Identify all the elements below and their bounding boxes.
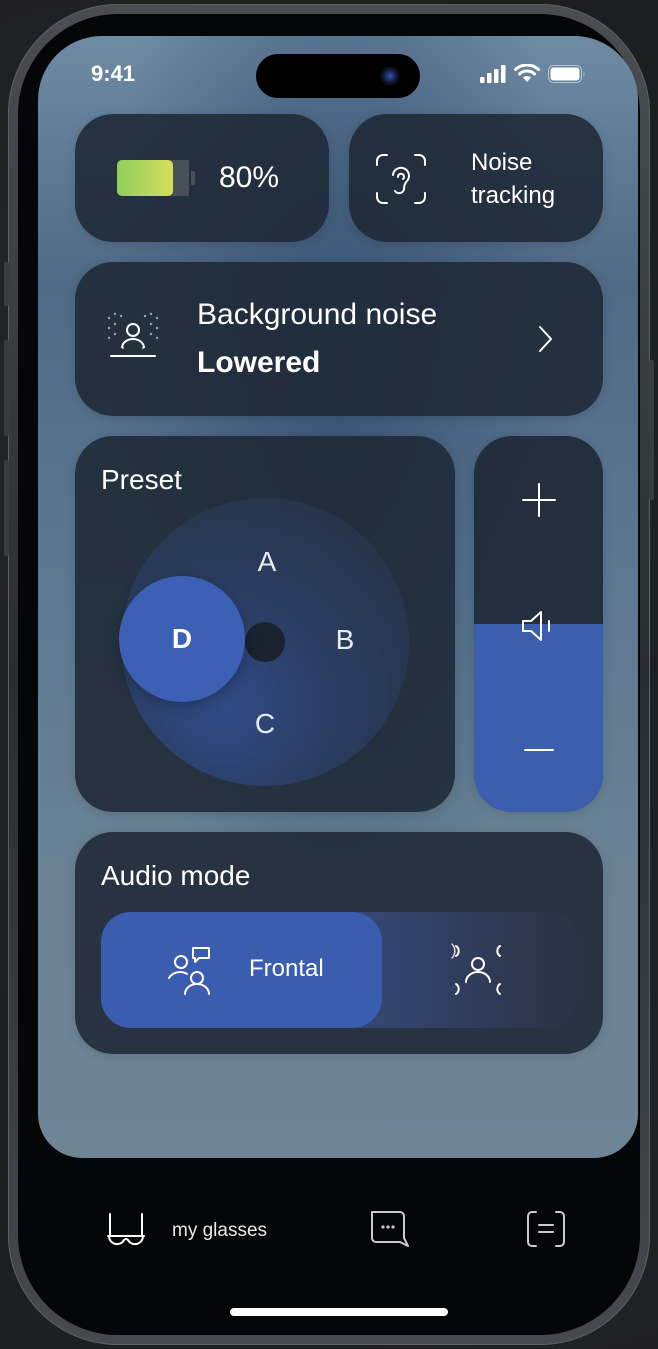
volume-up-hardware [4, 340, 9, 436]
audio-mode-selected-label: Frontal [249, 955, 324, 982]
tab-my-glasses[interactable]: my glasses [38, 1180, 298, 1280]
battery-icon [117, 160, 189, 196]
noise-tracking-line2: tracking [471, 182, 556, 209]
preset-selected-label: D [171, 623, 193, 654]
status-bar: 9:41 [38, 36, 638, 114]
audio-mode-toggle[interactable]: Frontal [101, 912, 577, 1028]
dynamic-island [256, 54, 420, 98]
preset-option-d[interactable]: D [119, 576, 245, 702]
speaker-icon [521, 611, 550, 641]
mute-switch [4, 262, 9, 306]
signal-icon [480, 64, 506, 83]
audio-mode-title: Audio mode [101, 860, 251, 891]
plus-icon [521, 483, 556, 517]
noise-tracking-line1: Noise [471, 149, 533, 176]
background-noise-value: Lowered [197, 346, 321, 379]
frontal-mode-icon [168, 947, 210, 995]
volume-speaker [474, 608, 603, 644]
preset-option-a[interactable]: A [258, 546, 277, 578]
tab-my-glasses-label: my glasses [172, 1220, 268, 1241]
preset-title: Preset [101, 464, 182, 495]
power-button [649, 360, 654, 500]
volume-up-button[interactable] [474, 482, 603, 518]
noise-tracking-card[interactable]: Noise tracking [349, 114, 603, 242]
noise-tracking-label: Noise tracking [471, 146, 591, 212]
battery-status-icon [548, 64, 585, 83]
home-indicator[interactable] [230, 1308, 448, 1316]
glasses-icon [107, 1213, 145, 1246]
chevron-right-icon[interactable] [535, 324, 555, 354]
volume-down-hardware [4, 460, 9, 556]
preset-option-b[interactable]: B [336, 624, 355, 656]
wifi-icon [514, 64, 540, 82]
preset-card: Preset A B C D [75, 436, 455, 812]
status-time: 9:41 [91, 61, 136, 86]
volume-down-button[interactable] [474, 732, 603, 768]
background-noise-card[interactable]: Background noise Lowered [75, 262, 603, 416]
volume-level-fill [474, 624, 603, 812]
surround-mode-icon [451, 943, 501, 995]
tab-menu[interactable] [524, 1208, 568, 1252]
status-icons [480, 64, 586, 83]
preset-dial[interactable]: A B C D [119, 498, 409, 786]
background-noise-label: Background noise [197, 298, 438, 331]
volume-slider[interactable] [474, 436, 603, 812]
battery-percent: 80% [219, 161, 280, 194]
chat-icon [371, 1211, 409, 1247]
tab-bar: my glasses [38, 1180, 620, 1280]
tab-chat[interactable] [368, 1208, 412, 1252]
preset-option-c[interactable]: C [255, 708, 275, 740]
app-screen: 9:41 80% Noise tracking Background noise… [38, 36, 638, 1158]
minus-icon [523, 749, 554, 751]
ear-icon [376, 154, 426, 204]
audio-mode-frontal[interactable]: Frontal [101, 912, 382, 1028]
menu-icon [527, 1211, 565, 1247]
background-noise-icon [107, 312, 159, 357]
battery-tip [191, 171, 195, 185]
camera-icon [380, 66, 400, 86]
dial-center [245, 622, 285, 662]
battery-card[interactable]: 80% [75, 114, 329, 242]
audio-mode-card: Audio mode Frontal [75, 832, 603, 1054]
audio-mode-surround[interactable] [382, 912, 577, 1028]
